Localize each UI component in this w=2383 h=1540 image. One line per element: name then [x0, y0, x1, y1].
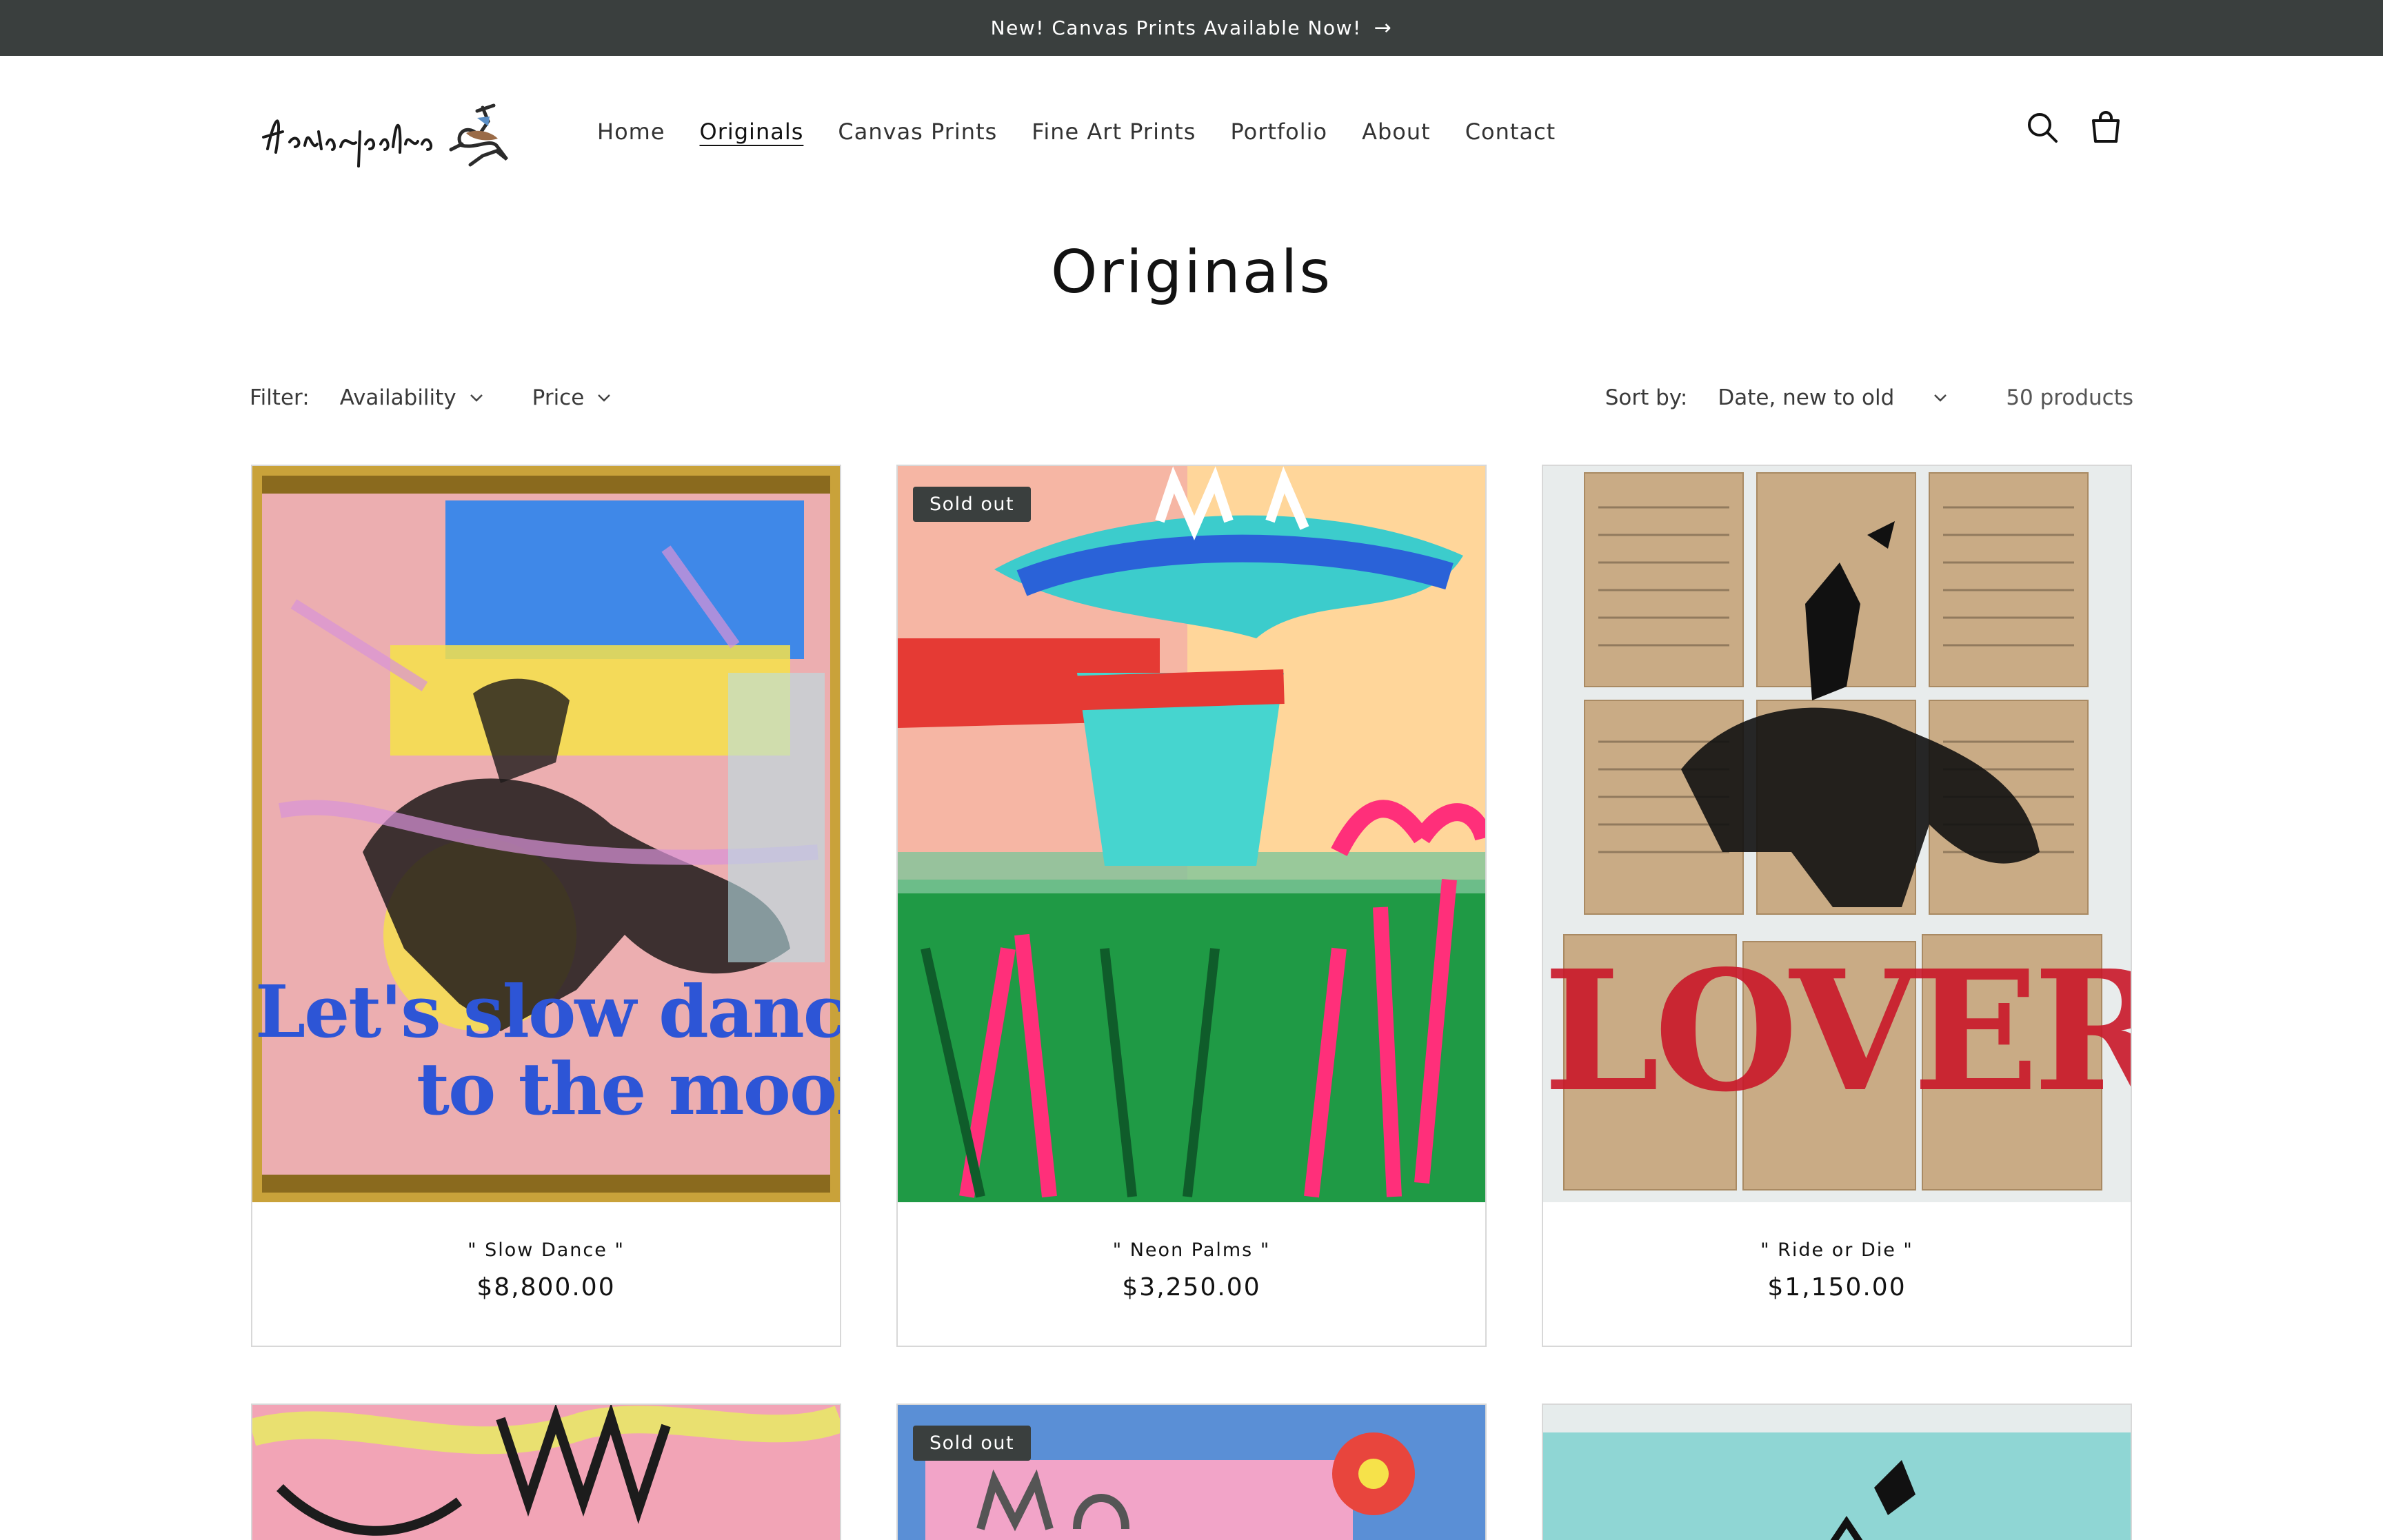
- site-logo[interactable]: [255, 83, 538, 187]
- availability-label: Availability: [339, 385, 456, 410]
- product-count: 50 products: [2006, 385, 2133, 410]
- product-card[interactable]: [1542, 1404, 2132, 1540]
- filter-label: Filter:: [250, 385, 310, 410]
- sold-out-badge: Sold out: [913, 1426, 1032, 1461]
- page-title: Originals: [1050, 238, 1333, 307]
- product-card[interactable]: Let's slow dance to the moon. " Slow Dan…: [251, 465, 841, 1347]
- product-grid: Let's slow dance to the moon. " Slow Dan…: [251, 465, 2132, 1540]
- chevron-down-icon: [470, 394, 483, 402]
- nav-originals[interactable]: Originals: [700, 119, 804, 145]
- product-image[interactable]: [252, 1405, 840, 1540]
- product-info: " Neon Palms " $3,250.00: [898, 1202, 1485, 1346]
- arrow-right-icon: →: [1374, 16, 1393, 40]
- nav-portfolio[interactable]: Portfolio: [1230, 119, 1327, 145]
- product-title[interactable]: " Slow Dance ": [252, 1239, 840, 1261]
- nav-canvas-prints[interactable]: Canvas Prints: [838, 119, 997, 145]
- product-image[interactable]: Let's slow dance to the moon.: [252, 466, 840, 1202]
- nav-about[interactable]: About: [1362, 119, 1431, 145]
- sort-label: Sort by:: [1605, 385, 1688, 410]
- price-label: Price: [532, 385, 585, 410]
- filter-bar: Filter: Availability Price Sort by: Date…: [250, 378, 2133, 418]
- chevron-down-icon: [598, 394, 611, 402]
- cart-icon[interactable]: [2087, 108, 2125, 147]
- product-price: $1,150.00: [1767, 1273, 1907, 1301]
- product-image[interactable]: Sold out: [898, 1405, 1485, 1540]
- nav-home[interactable]: Home: [597, 119, 665, 145]
- artwork-caption-line: to the moon.: [416, 1046, 840, 1131]
- sort-value: Date, new to old: [1718, 385, 1895, 410]
- product-info: " Ride or Die " $1,150.00: [1543, 1202, 2131, 1346]
- sort-select[interactable]: Date, new to old: [1718, 385, 1948, 410]
- product-title[interactable]: " Ride or Die ": [1543, 1239, 2131, 1261]
- product-card[interactable]: Sold out " Neon Palms " $3,250.00: [896, 465, 1487, 1347]
- sort-area: Sort by: Date, new to old 50 products: [1605, 385, 2133, 410]
- product-image[interactable]: LOVER: [1543, 466, 2131, 1202]
- product-image[interactable]: Sold out: [898, 466, 1485, 1202]
- nav-fine-art-prints[interactable]: Fine Art Prints: [1032, 119, 1196, 145]
- product-info: " Slow Dance " $8,800.00: [252, 1202, 840, 1346]
- product-price: $3,250.00: [1122, 1273, 1261, 1301]
- product-card[interactable]: [251, 1404, 841, 1540]
- product-price: $8,800.00: [476, 1273, 616, 1301]
- price-filter[interactable]: Price: [532, 385, 612, 410]
- product-card[interactable]: Sold out: [896, 1404, 1487, 1540]
- sold-out-badge: Sold out: [913, 487, 1032, 522]
- chevron-down-icon: [1934, 394, 1947, 402]
- main-nav: Home Originals Canvas Prints Fine Art Pr…: [597, 56, 1556, 207]
- artwork-caption: Let's slow dance to the moon.: [252, 976, 840, 1125]
- site-header: Home Originals Canvas Prints Fine Art Pr…: [0, 56, 2383, 207]
- announcement-text[interactable]: New! Canvas Prints Available Now!: [991, 17, 1362, 39]
- product-title[interactable]: " Neon Palms ": [898, 1239, 1485, 1261]
- nav-contact[interactable]: Contact: [1465, 119, 1556, 145]
- artwork-caption-line: Let's slow dance: [255, 969, 840, 1054]
- product-image[interactable]: [1543, 1405, 2131, 1540]
- search-icon[interactable]: [2023, 108, 2062, 147]
- availability-filter[interactable]: Availability: [340, 385, 484, 410]
- announcement-bar[interactable]: New! Canvas Prints Available Now! →: [0, 0, 2383, 56]
- product-card[interactable]: LOVER " Ride or Die " $1,150.00: [1542, 465, 2132, 1347]
- artwork-caption: LOVER: [1543, 934, 2131, 1128]
